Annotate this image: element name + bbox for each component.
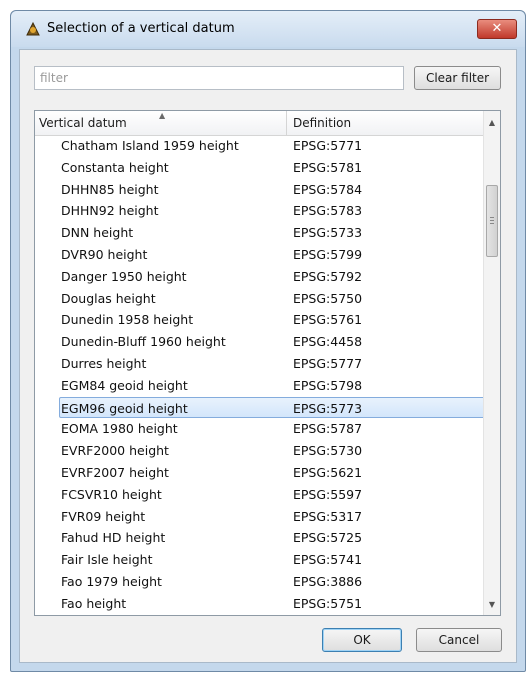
table-row[interactable]: Constanta height EPSG:5781 bbox=[35, 157, 483, 179]
cell-vertical-datum: Fao height bbox=[61, 595, 127, 611]
datum-app-icon bbox=[26, 21, 40, 36]
column-header-label: Definition bbox=[293, 116, 352, 130]
cell-definition: EPSG:5750 bbox=[293, 290, 363, 306]
scroll-up-arrow-icon[interactable]: ▲ bbox=[484, 115, 500, 131]
cell-definition: EPSG:5787 bbox=[293, 421, 363, 437]
cancel-button[interactable]: Cancel bbox=[416, 628, 502, 652]
table-row[interactable]: Douglas height EPSG:5750 bbox=[35, 288, 483, 310]
table-row[interactable]: Dunedin 1958 height EPSG:5761 bbox=[35, 309, 483, 331]
table-row[interactable]: FVR09 height EPSG:5317 bbox=[35, 506, 483, 528]
cell-definition: EPSG:5792 bbox=[293, 268, 363, 284]
table-row[interactable]: Fahud HD height EPSG:5725 bbox=[35, 527, 483, 549]
cell-vertical-datum: Douglas height bbox=[61, 290, 156, 306]
table-row[interactable]: EVRF2000 height EPSG:5730 bbox=[35, 440, 483, 462]
cell-vertical-datum: Fahud HD height bbox=[61, 530, 166, 546]
cell-definition: EPSG:5799 bbox=[293, 247, 363, 262]
cell-vertical-datum: EGM84 geoid height bbox=[61, 377, 188, 393]
table-row[interactable]: DHHN92 height EPSG:5783 bbox=[35, 200, 483, 222]
cell-vertical-datum: FCSVR10 height bbox=[61, 486, 162, 502]
scrollbar-thumb[interactable] bbox=[486, 185, 498, 257]
cell-vertical-datum: EGM96 geoid height bbox=[61, 400, 188, 416]
cell-vertical-datum: DHHN85 height bbox=[61, 181, 159, 197]
column-header-vertical-datum[interactable]: Vertical datum ▲ bbox=[35, 111, 287, 135]
title-bar[interactable]: Selection of a vertical datum ✕ bbox=[11, 11, 525, 47]
cell-vertical-datum: EVRF2007 height bbox=[61, 465, 169, 480]
table-row[interactable]: EGM84 geoid height EPSG:5798 bbox=[35, 375, 483, 397]
close-button[interactable]: ✕ bbox=[477, 19, 517, 39]
cell-definition: EPSG:5597 bbox=[293, 486, 363, 502]
table-row[interactable]: Durres height EPSG:5777 bbox=[35, 353, 483, 375]
table-row[interactable]: EOMA 1980 height EPSG:5787 bbox=[35, 418, 483, 440]
cell-vertical-datum: Dunedin-Bluff 1960 height bbox=[61, 334, 226, 350]
cell-vertical-datum: EVRF2000 height bbox=[61, 443, 169, 459]
table-rows: Chatham Island 1959 height EPSG:5771 Const… bbox=[35, 135, 483, 615]
cell-definition: EPSG:5773 bbox=[293, 400, 363, 416]
cell-definition: EPSG:5781 bbox=[293, 159, 363, 175]
cell-definition: EPSG:5751 bbox=[293, 595, 363, 611]
clear-filter-button[interactable]: Clear filter bbox=[414, 66, 501, 90]
grip-line bbox=[490, 223, 494, 224]
scroll-down-arrow-icon[interactable]: ▼ bbox=[484, 597, 500, 613]
column-header-label: Vertical datum bbox=[39, 116, 127, 130]
cell-definition: EPSG:5798 bbox=[293, 377, 363, 393]
cell-definition: EPSG:5761 bbox=[293, 312, 363, 328]
cell-vertical-datum: EOMA 1980 height bbox=[61, 421, 178, 437]
cell-definition: EPSG:3886 bbox=[293, 574, 363, 589]
table-row[interactable]: DVR90 height EPSG:5799 bbox=[35, 244, 483, 266]
filter-input[interactable] bbox=[34, 66, 404, 90]
cell-vertical-datum: DHHN92 height bbox=[61, 203, 159, 219]
cell-definition: EPSG:5621 bbox=[293, 465, 363, 480]
cell-vertical-datum: Fao 1979 height bbox=[61, 574, 162, 589]
table-row[interactable]: DHHN85 height EPSG:5784 bbox=[35, 179, 483, 201]
table-row[interactable]: Fair Isle height EPSG:5741 bbox=[35, 549, 483, 571]
table-row[interactable]: FCSVR10 height EPSG:5597 bbox=[35, 484, 483, 506]
grip-line bbox=[490, 217, 494, 218]
cell-definition: EPSG:5777 bbox=[293, 356, 363, 371]
table-row[interactable]: Dunedin-Bluff 1960 height EPSG:4458 bbox=[35, 331, 483, 353]
cell-vertical-datum: Constanta height bbox=[61, 159, 169, 175]
cell-definition: EPSG:5784 bbox=[293, 181, 363, 197]
table-row[interactable]: Danger 1950 height EPSG:5792 bbox=[35, 266, 483, 288]
cell-definition: EPSG:5317 bbox=[293, 508, 363, 524]
cell-vertical-datum: Dunedin 1958 height bbox=[61, 312, 194, 328]
vertical-scrollbar[interactable]: ▲ ▼ bbox=[483, 111, 500, 615]
cell-definition: EPSG:5783 bbox=[293, 203, 363, 219]
cell-vertical-datum: Chatham Island 1959 height bbox=[61, 138, 239, 153]
cell-definition: EPSG:5733 bbox=[293, 225, 363, 241]
table-row[interactable]: EGM96 geoid height EPSG:5773 bbox=[59, 396, 483, 419]
cell-vertical-datum: Durres height bbox=[61, 356, 147, 371]
table-row[interactable]: Fao height EPSG:5751 bbox=[35, 593, 483, 615]
cell-definition: EPSG:5741 bbox=[293, 552, 363, 568]
cell-vertical-datum: DNN height bbox=[61, 225, 134, 241]
cell-definition: EPSG:5771 bbox=[293, 138, 363, 153]
table-row[interactable]: Fao 1979 height EPSG:3886 bbox=[35, 571, 483, 593]
sort-up-icon: ▲ bbox=[159, 111, 166, 120]
cell-definition: EPSG:4458 bbox=[293, 334, 363, 350]
cell-definition: EPSG:5730 bbox=[293, 443, 363, 459]
table-row[interactable]: EVRF2007 height EPSG:5621 bbox=[35, 462, 483, 484]
table-header: Vertical datum ▲ Definition bbox=[35, 111, 483, 136]
column-header-definition[interactable]: Definition bbox=[287, 111, 483, 135]
ok-button[interactable]: OK bbox=[322, 628, 402, 652]
datum-table[interactable]: Vertical datum ▲ Definition Chatham Isla… bbox=[34, 110, 501, 616]
cell-vertical-datum: Fair Isle height bbox=[61, 552, 153, 568]
table-row[interactable]: DNN height EPSG:5733 bbox=[35, 222, 483, 244]
cell-vertical-datum: Danger 1950 height bbox=[61, 268, 187, 284]
cell-vertical-datum: FVR09 height bbox=[61, 508, 146, 524]
cell-vertical-datum: DVR90 height bbox=[61, 247, 148, 262]
table-row[interactable]: Chatham Island 1959 height EPSG:5771 bbox=[35, 135, 483, 157]
dialog-window: Selection of a vertical datum ✕ Clear fi… bbox=[10, 10, 526, 672]
dialog-title: Selection of a vertical datum bbox=[47, 21, 235, 36]
grip-line bbox=[490, 220, 494, 221]
dialog-body: Clear filter Vertical datum ▲ Definition… bbox=[19, 49, 517, 663]
cell-definition: EPSG:5725 bbox=[293, 530, 363, 546]
